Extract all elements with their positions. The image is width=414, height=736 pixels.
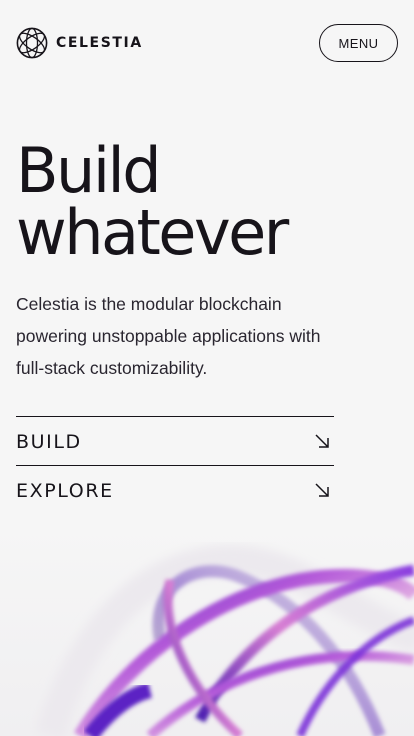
site-header: CELESTIA MENU [0, 0, 414, 86]
arrow-down-right-icon [315, 434, 329, 448]
arrow-down-right-icon [315, 483, 329, 497]
explore-link-label: EXPLORE [16, 480, 114, 502]
menu-button[interactable]: MENU [319, 24, 398, 62]
hero-title: Build whatever [16, 140, 406, 264]
logo-link[interactable]: CELESTIA [16, 27, 143, 59]
cta-links: BUILD EXPLORE [16, 416, 334, 514]
rings-illustration [0, 520, 414, 736]
hero-description: Celestia is the modular blockchain power… [16, 294, 321, 378]
celestia-logo-icon [16, 27, 48, 59]
build-link[interactable]: BUILD [16, 416, 334, 465]
page: CELESTIA MENU Build whatever Celestia is… [0, 0, 414, 736]
build-link-label: BUILD [16, 431, 82, 453]
logo-wordmark: CELESTIA [56, 35, 143, 51]
hero-title-line-2: whatever [16, 196, 289, 269]
hero-title-line-1: Build [16, 134, 162, 207]
explore-link[interactable]: EXPLORE [16, 465, 334, 514]
hero-3d-rings-artwork [0, 520, 414, 736]
